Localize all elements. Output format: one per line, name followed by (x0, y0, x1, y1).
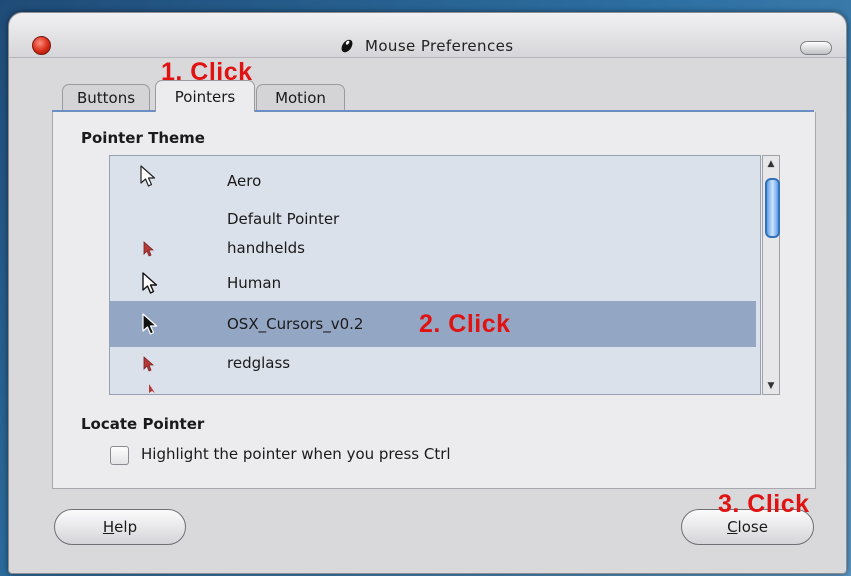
minimize-icon[interactable] (800, 41, 832, 55)
list-scrollbar[interactable]: ▲ ▼ (762, 155, 780, 395)
pointer-theme-list[interactable]: Aero Default Pointer handhelds Human OSX… (109, 155, 761, 395)
close-icon[interactable] (32, 36, 51, 55)
close-mnemonic: C (727, 518, 738, 536)
title-bar[interactable]: Mouse Preferences (9, 13, 846, 58)
window-title-group: Mouse Preferences (339, 35, 513, 57)
tab-motion[interactable]: Motion (256, 84, 345, 111)
help-mnemonic: H (102, 518, 115, 536)
list-item-label: OSX_Cursors_v0.2 (227, 315, 364, 333)
close-label-rest: lose (737, 518, 768, 536)
highlight-pointer-checkbox[interactable] (110, 446, 129, 465)
scroll-up-icon[interactable]: ▲ (763, 156, 779, 172)
list-item-redglass[interactable]: redglass (110, 347, 756, 379)
list-item-label: Default Pointer (227, 210, 340, 228)
list-item-default-pointer[interactable]: Default Pointer (110, 206, 756, 232)
list-item-label: Human (227, 273, 282, 292)
help-button[interactable]: Help (54, 509, 186, 545)
window-title: Mouse Preferences (365, 37, 514, 55)
white-arrow-cursor-icon (140, 165, 156, 187)
list-item-label: Aero (227, 172, 262, 190)
list-item-human[interactable]: Human (110, 264, 756, 301)
annotation-step-3: 3. Click (718, 490, 810, 518)
scroll-thumb[interactable] (765, 178, 780, 238)
red-arrow-cursor-icon (149, 384, 155, 393)
help-label-rest: elp (114, 518, 138, 536)
mouse-icon (341, 39, 353, 53)
annotation-step-2: 2. Click (419, 310, 511, 338)
red-arrow-cursor-icon (143, 241, 155, 257)
locate-pointer-heading: Locate Pointer (81, 415, 205, 433)
white-arrow-cursor-icon (142, 271, 158, 294)
black-arrow-cursor-icon (142, 313, 158, 335)
list-item-label: handhelds (227, 239, 305, 257)
pointer-theme-heading: Pointer Theme (81, 129, 205, 147)
list-item-handhelds[interactable]: handhelds (110, 232, 756, 264)
tab-buttons[interactable]: Buttons (62, 84, 150, 111)
scroll-down-icon[interactable]: ▼ (763, 378, 779, 394)
highlight-pointer-label[interactable]: Highlight the pointer when you press Ctr… (141, 445, 451, 463)
red-arrow-cursor-icon (143, 356, 155, 372)
list-item-aero[interactable]: Aero (110, 156, 756, 206)
tab-pointers[interactable]: Pointers (155, 80, 255, 112)
list-item-label: redglass (227, 354, 291, 372)
